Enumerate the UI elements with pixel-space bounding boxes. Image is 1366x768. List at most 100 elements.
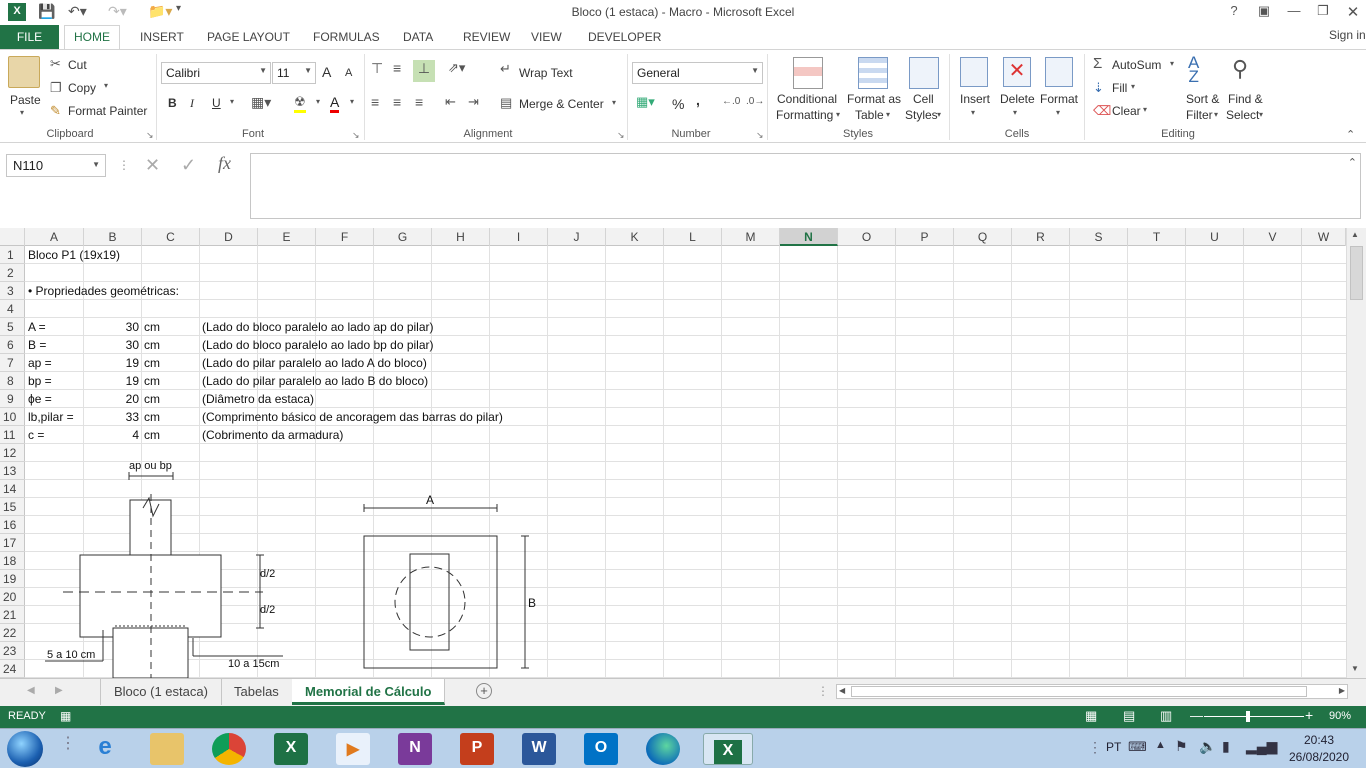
show-hidden-icons-icon[interactable]: ▲ bbox=[1155, 739, 1166, 751]
row-header[interactable]: 23 bbox=[0, 642, 25, 660]
tab-home[interactable]: HOME bbox=[64, 25, 120, 50]
delete-button[interactable]: Delete bbox=[1000, 92, 1035, 106]
chrome-icon[interactable] bbox=[212, 733, 246, 765]
autosum-button[interactable]: AutoSum bbox=[1112, 58, 1161, 72]
row-header[interactable]: 5 bbox=[0, 318, 25, 336]
column-header-a[interactable]: A bbox=[25, 228, 84, 246]
page-layout-view-icon[interactable]: ▤ bbox=[1123, 708, 1135, 724]
tab-file[interactable]: FILE bbox=[0, 25, 59, 49]
row-header[interactable]: 16 bbox=[0, 516, 25, 534]
media-player-icon[interactable]: ▶ bbox=[336, 733, 370, 765]
close-icon[interactable]: ✕ bbox=[1342, 3, 1364, 21]
column-header-s[interactable]: S bbox=[1070, 228, 1128, 246]
tab-developer[interactable]: DEVELOPER bbox=[588, 30, 661, 44]
row-header[interactable]: 21 bbox=[0, 606, 25, 624]
powerpoint-icon[interactable]: P bbox=[460, 733, 494, 765]
scroll-right-icon[interactable]: ▶ bbox=[1339, 686, 1345, 695]
align-middle-icon[interactable]: ≡ bbox=[393, 60, 401, 76]
format-button[interactable]: Format bbox=[1040, 92, 1078, 106]
format-painter-icon[interactable]: ✎ bbox=[50, 103, 61, 119]
row-header[interactable]: 22 bbox=[0, 624, 25, 642]
fill-icon[interactable]: ⇣ bbox=[1093, 80, 1104, 96]
cut-icon[interactable]: ✂ bbox=[50, 56, 61, 72]
paste-icon[interactable] bbox=[8, 56, 40, 88]
font-color-button[interactable]: A bbox=[330, 94, 340, 113]
conditional-dropdown-icon[interactable]: ▾ bbox=[836, 110, 840, 119]
cell-styles-icon[interactable] bbox=[909, 57, 939, 89]
delete-cells-icon[interactable]: ✕ bbox=[1003, 57, 1031, 87]
normal-view-icon[interactable]: ▦ bbox=[1085, 708, 1097, 724]
row-header[interactable]: 3 bbox=[0, 282, 25, 300]
worksheet-grid[interactable]: Bloco P1 (19x19) • Propriedades geométri… bbox=[25, 246, 1346, 678]
increase-indent-icon[interactable]: ⇥ bbox=[468, 94, 479, 110]
row-header[interactable]: 11 bbox=[0, 426, 25, 444]
merge-dropdown-icon[interactable]: ▾ bbox=[612, 98, 616, 107]
tab-page-layout[interactable]: PAGE LAYOUT bbox=[207, 30, 290, 44]
grow-font-button[interactable]: A bbox=[322, 64, 331, 80]
name-box[interactable]: N110 ▼ bbox=[6, 154, 106, 177]
align-right-icon[interactable]: ≡ bbox=[415, 94, 423, 110]
font-launcher-icon[interactable]: ↘ bbox=[352, 130, 360, 141]
find-dropdown-icon[interactable]: ▾ bbox=[1259, 110, 1263, 119]
merge-center-button[interactable]: Merge & Center bbox=[519, 97, 604, 111]
column-header-n[interactable]: N bbox=[780, 228, 838, 246]
percent-style-button[interactable]: % bbox=[672, 96, 684, 112]
cell-styles-dropdown-icon[interactable]: ▾ bbox=[937, 110, 941, 119]
decrease-decimal-icon[interactable]: .0→ bbox=[746, 96, 764, 107]
zoom-in-icon[interactable]: + bbox=[1305, 707, 1313, 723]
column-header-u[interactable]: U bbox=[1186, 228, 1244, 246]
row-header[interactable]: 9 bbox=[0, 390, 25, 408]
sort-filter-icon[interactable]: AZ bbox=[1188, 54, 1199, 85]
tab-data[interactable]: DATA bbox=[403, 30, 433, 44]
column-header-j[interactable]: J bbox=[548, 228, 606, 246]
column-header-m[interactable]: M bbox=[722, 228, 780, 246]
start-button-icon[interactable] bbox=[7, 731, 43, 767]
clear-button[interactable]: Clear bbox=[1112, 104, 1141, 118]
language-indicator[interactable]: PT bbox=[1106, 740, 1121, 754]
align-bottom-icon[interactable]: ⊥ bbox=[413, 60, 435, 82]
clock-date[interactable]: 26/08/2020 bbox=[1283, 750, 1355, 764]
cut-button[interactable]: Cut bbox=[68, 58, 87, 72]
collapse-ribbon-icon[interactable]: ⌃ bbox=[1346, 128, 1355, 141]
tab-split-grip-icon[interactable]: ⋮ bbox=[817, 684, 829, 698]
row-header[interactable]: 8 bbox=[0, 372, 25, 390]
ribbon-display-icon[interactable]: ▣ bbox=[1253, 3, 1275, 19]
column-header-i[interactable]: I bbox=[490, 228, 548, 246]
conditional-formatting-icon[interactable] bbox=[793, 57, 823, 89]
scroll-thumb[interactable] bbox=[1350, 246, 1363, 300]
internet-explorer-icon[interactable]: e bbox=[88, 733, 122, 765]
keyboard-icon[interactable]: ⌨ bbox=[1128, 739, 1147, 755]
format-table-dropdown-icon[interactable]: ▾ bbox=[886, 110, 890, 119]
row-header[interactable]: 2 bbox=[0, 264, 25, 282]
format-as-table-label2[interactable]: Table bbox=[855, 108, 884, 122]
cancel-icon[interactable]: ✕ bbox=[145, 155, 160, 176]
copy-dropdown-icon[interactable]: ▾ bbox=[104, 81, 108, 90]
align-top-icon[interactable]: ⊤ bbox=[371, 60, 383, 77]
paste-button[interactable]: Paste bbox=[10, 93, 41, 107]
column-header-g[interactable]: G bbox=[374, 228, 432, 246]
row-header[interactable]: 24 bbox=[0, 660, 25, 678]
clear-icon[interactable]: ⌫ bbox=[1093, 103, 1111, 119]
action-center-flag-icon[interactable]: ⚑ bbox=[1175, 738, 1188, 755]
orientation-icon[interactable]: ⇗▾ bbox=[448, 60, 465, 76]
column-header-t[interactable]: T bbox=[1128, 228, 1186, 246]
column-header-b[interactable]: B bbox=[84, 228, 142, 246]
vertical-scrollbar[interactable]: ▲ ▼ bbox=[1346, 228, 1366, 678]
bold-button[interactable]: B bbox=[168, 96, 177, 110]
font-name-select[interactable]: Calibri ▼ bbox=[161, 62, 271, 84]
autosum-dropdown-icon[interactable]: ▾ bbox=[1170, 59, 1174, 68]
network-signal-icon[interactable]: ▂▄▆ bbox=[1246, 738, 1277, 755]
fill-color-icon[interactable]: ☢ bbox=[294, 94, 306, 113]
help-icon[interactable]: ? bbox=[1223, 3, 1245, 18]
find-select-label2[interactable]: Select bbox=[1226, 108, 1259, 122]
page-break-view-icon[interactable]: ▥ bbox=[1160, 708, 1172, 724]
outlook-icon[interactable]: O bbox=[584, 733, 618, 765]
row-header[interactable]: 6 bbox=[0, 336, 25, 354]
decrease-indent-icon[interactable]: ⇤ bbox=[445, 94, 456, 110]
row-header[interactable]: 7 bbox=[0, 354, 25, 372]
sort-filter-label2[interactable]: Filter bbox=[1186, 108, 1213, 122]
scroll-down-icon[interactable]: ▼ bbox=[1351, 664, 1359, 673]
column-header-v[interactable]: V bbox=[1244, 228, 1302, 246]
row-header[interactable]: 15 bbox=[0, 498, 25, 516]
align-left-icon[interactable]: ≡ bbox=[371, 94, 379, 110]
